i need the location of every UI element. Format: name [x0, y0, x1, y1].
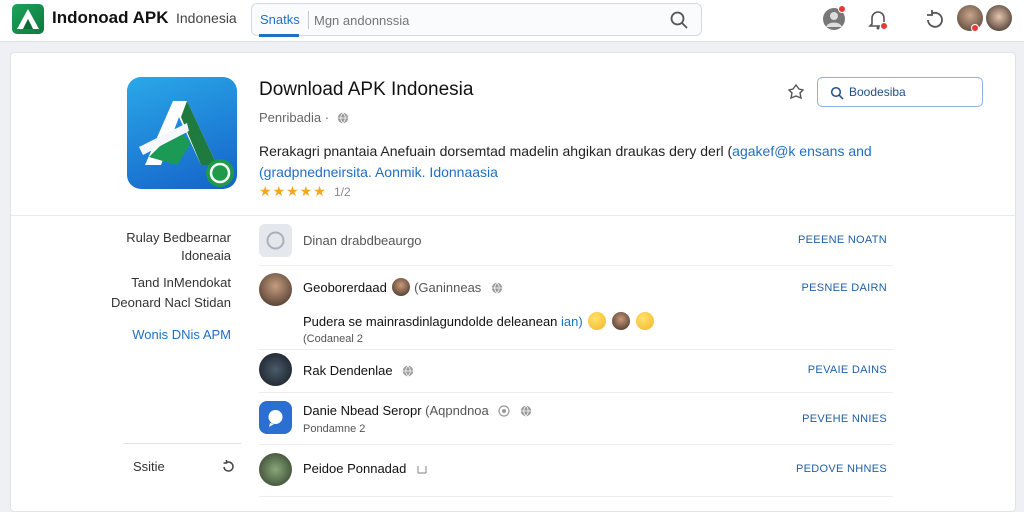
comment-text: Pudera se mainrasdinlagundolde deleanean…: [303, 312, 654, 330]
emoji-icon: [635, 312, 654, 330]
row-title: Dinan drabdbeaurgo: [303, 233, 422, 248]
notification-badge: [838, 5, 846, 13]
bell-badge: [880, 22, 888, 30]
app-thumbnail: [259, 353, 292, 386]
row-action-button[interactable]: PEDOVE NHNES: [796, 463, 887, 475]
list-item[interactable]: Dinan drabdbeaurgo PEEENE NOATN: [259, 223, 893, 266]
rating-count: 1/2: [334, 185, 351, 199]
rating-stars: ★★★★★: [259, 183, 327, 199]
row-action-button[interactable]: PEEENE NOATN: [798, 234, 887, 246]
globe-icon: [337, 112, 348, 124]
globe-icon: [491, 282, 503, 294]
row-action-button[interactable]: PEVAIE DAINS: [808, 364, 887, 376]
sidebar-settings[interactable]: Ssitie: [133, 459, 165, 474]
sidebar-item-5[interactable]: Wonis DNis APM: [132, 327, 231, 342]
section-divider: [11, 215, 1015, 216]
search-action-button[interactable]: Boodesiba: [817, 77, 983, 107]
sidebar-divider: [123, 443, 241, 444]
app-icon: [127, 77, 237, 189]
list-item[interactable]: Rak Dendenlae PEVAIE DAINS: [259, 350, 893, 393]
logo-icon[interactable]: [12, 4, 44, 34]
list-item[interactable]: Danie Nbead Seropr (Aqpndnoa Pondamne 2 …: [259, 393, 893, 445]
row-action-button[interactable]: PESNEE DAIRN: [801, 282, 887, 294]
avatar: [259, 273, 292, 306]
app-subtitle: Penribadia ·: [259, 110, 349, 125]
sidebar-item-3[interactable]: Tand InMendokat: [131, 275, 231, 290]
emoji-icon: [588, 312, 607, 330]
search-tab-underline: [259, 34, 299, 37]
row-title: Rak Dendenlae: [303, 363, 414, 378]
avatar-badge: [971, 24, 979, 32]
search-bar: Snatks: [251, 3, 702, 37]
avatar-icon: [392, 278, 411, 296]
search-input[interactable]: [314, 9, 644, 31]
top-bar: Indonoad APK Indonesia Snatks: [0, 0, 1024, 42]
search-icon: [830, 86, 844, 100]
app-description: Rerakagri pnantaia Anefuain dorsemtad ma…: [259, 143, 872, 180]
search-tab[interactable]: Snatks: [260, 12, 300, 27]
tag-icon: [417, 466, 427, 474]
sidebar-item-4[interactable]: Deonard Nacl Stidan: [111, 295, 231, 310]
globe-icon: [403, 365, 414, 377]
sidebar-item-1[interactable]: Rulay Bedbearnar: [126, 230, 231, 245]
avatar-secondary[interactable]: [986, 5, 1012, 31]
search-icon[interactable]: [669, 10, 689, 30]
row-subtitle: Pondamne 2: [303, 423, 366, 435]
search-divider: [308, 11, 309, 29]
globe-icon: [520, 405, 532, 417]
description-link[interactable]: agakef@k ensans and: [732, 143, 872, 159]
sidebar-item-2[interactable]: Idoneaia: [181, 248, 231, 263]
avatar-icon: [611, 312, 630, 330]
row-title: Danie Nbead Seropr (Aqpndnoa: [303, 403, 532, 418]
placeholder-icon: [259, 224, 292, 257]
link-icon: [498, 405, 511, 417]
chat-app-icon: [259, 401, 292, 434]
row-action-button[interactable]: PEVEHE NNIES: [802, 413, 887, 425]
row-subtitle: (Codaneal 2: [303, 333, 363, 345]
refresh-icon[interactable]: [221, 459, 235, 473]
list-item[interactable]: Geoborerdaad (Ganinneas PESNEE DAIRN Pud…: [259, 266, 893, 350]
avatar-primary[interactable]: [957, 5, 983, 31]
region-label[interactable]: Indonesia: [176, 10, 237, 26]
action-button-label: Boodesiba: [849, 85, 906, 99]
row-title: Peidoe Ponnadad: [303, 461, 428, 476]
share-icon[interactable]: [786, 83, 806, 103]
developer-name[interactable]: Penribadia ·: [259, 110, 329, 125]
description-link-2[interactable]: (gradpnedneirsita. Aonmik. Idonnaasia: [259, 164, 498, 180]
refresh-icon[interactable]: [923, 7, 947, 31]
app-detail-card: Download APK Indonesia Penribadia · Rera…: [10, 52, 1016, 512]
app-thumbnail: [259, 453, 292, 486]
app-name[interactable]: Indonoad APK: [52, 8, 168, 28]
list-item[interactable]: Peidoe Ponnadad PEDOVE NHNES: [259, 445, 893, 497]
row-title: Geoborerdaad (Ganinneas: [303, 278, 503, 296]
app-title: Download APK Indonesia: [259, 79, 474, 100]
